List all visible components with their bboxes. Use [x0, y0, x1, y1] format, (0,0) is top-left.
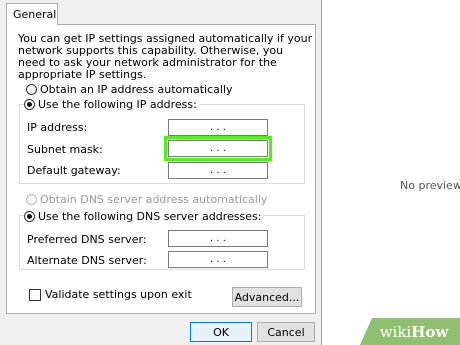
obtain-ip-auto-label: Obtain an IP address automatically [40, 83, 233, 96]
ip-address-input[interactable]: . . . [168, 119, 268, 136]
default-gateway-input[interactable]: . . . [168, 162, 268, 179]
alternate-dns-dots: . . . [210, 254, 226, 265]
subnet-mask-label: Subnet mask: [27, 143, 103, 156]
use-following-dns-option[interactable]: Use the following DNS server addresses: [24, 210, 265, 223]
advanced-button[interactable]: Advanced... [232, 287, 302, 307]
obtain-dns-auto-label: Obtain DNS server address automatically [40, 193, 268, 206]
obtain-dns-auto-option[interactable]: Obtain DNS server address automatically [26, 193, 267, 206]
ip-address-label: IP address: [27, 121, 88, 134]
intro-text: You can get IP settings assigned automat… [18, 32, 313, 81]
ip-address-dots: . . . [210, 122, 226, 133]
use-following-dns-radio[interactable] [24, 211, 35, 222]
alternate-dns-label: Alternate DNS server: [27, 254, 147, 267]
obtain-ip-auto-option[interactable]: Obtain an IP address automatically [26, 83, 233, 96]
preferred-dns-label: Preferred DNS server: [27, 233, 147, 246]
no-preview-text: No preview av [400, 179, 460, 192]
default-gateway-dots: . . . [210, 165, 226, 176]
use-following-ip-radio[interactable] [24, 99, 35, 110]
wikihow-how-text: How [411, 322, 449, 341]
wikihow-watermark: wiki How [360, 318, 460, 345]
validate-settings-checkbox[interactable] [29, 288, 41, 301]
cancel-button[interactable]: Cancel [257, 322, 315, 342]
tab-general[interactable]: General [6, 3, 58, 25]
wikihow-wiki-text: wiki [379, 322, 412, 341]
subnet-mask-input[interactable]: . . . [164, 136, 272, 161]
subnet-mask-dots: . . . [210, 143, 226, 154]
use-following-dns-label: Use the following DNS server addresses: [38, 210, 262, 223]
use-following-ip-label: Use the following IP address: [38, 98, 197, 111]
obtain-ip-auto-radio[interactable] [26, 84, 37, 95]
preferred-dns-dots: . . . [210, 233, 226, 244]
obtain-dns-auto-radio[interactable] [26, 194, 37, 205]
ip-properties-dialog: General You can get IP settings assigned… [0, 0, 322, 345]
ok-button[interactable]: OK [190, 322, 252, 342]
validate-settings-option[interactable]: Validate settings upon exit [29, 288, 192, 301]
validate-settings-label: Validate settings upon exit [45, 288, 192, 301]
preferred-dns-input[interactable]: . . . [168, 230, 268, 247]
use-following-ip-option[interactable]: Use the following IP address: [24, 98, 200, 111]
alternate-dns-input[interactable]: . . . [168, 251, 268, 268]
default-gateway-label: Default gateway: [27, 164, 121, 177]
